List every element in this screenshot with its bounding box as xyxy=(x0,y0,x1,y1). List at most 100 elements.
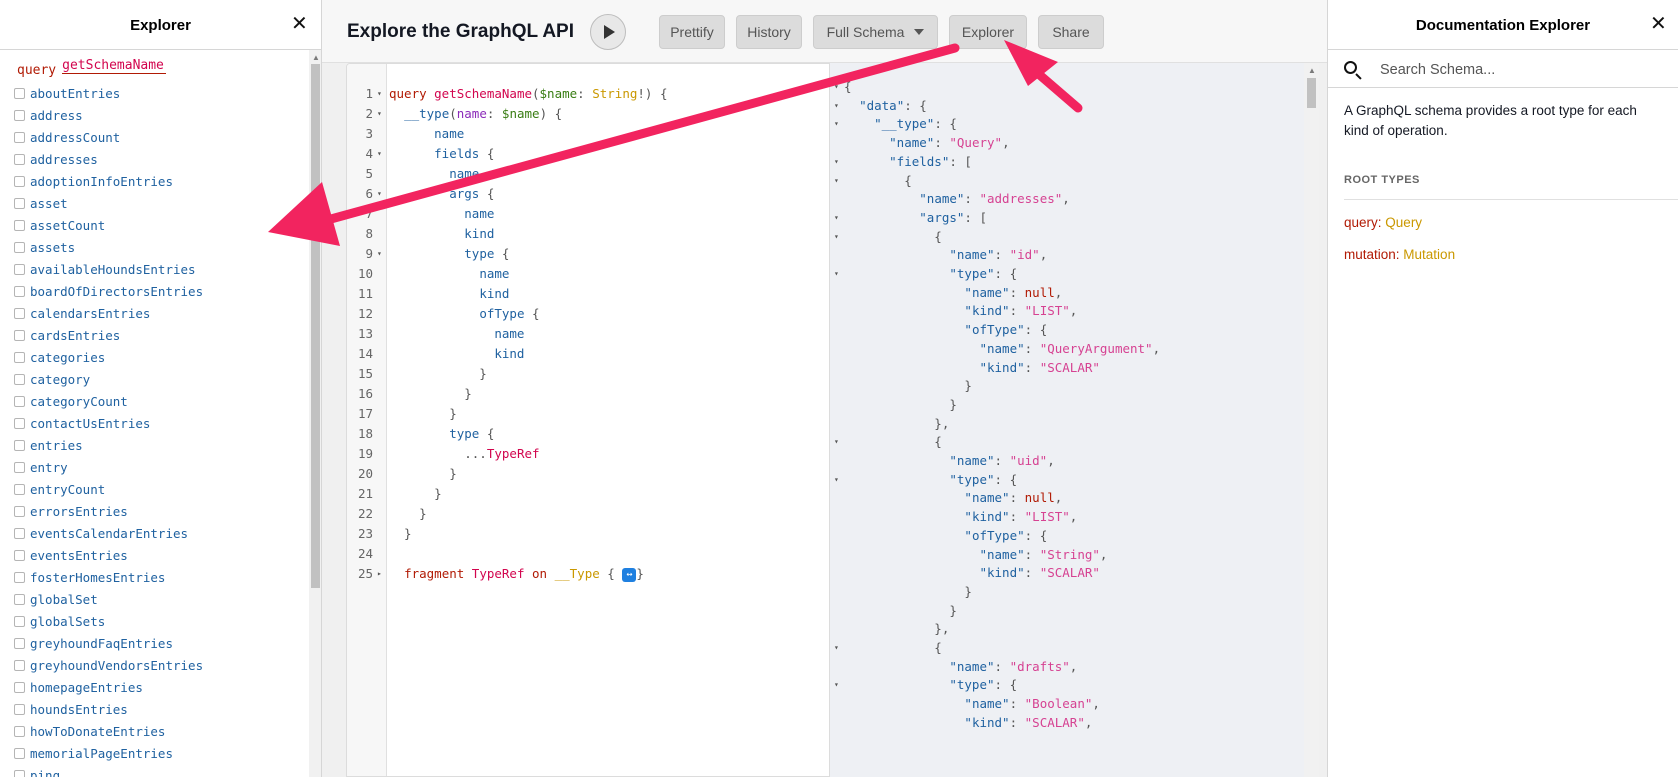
scrollbar-thumb[interactable] xyxy=(311,64,320,588)
explorer-field-item[interactable]: addresses xyxy=(14,148,203,170)
field-checkbox[interactable] xyxy=(14,703,25,715)
field-checkbox[interactable] xyxy=(14,373,25,385)
mutation-type-link[interactable]: Mutation xyxy=(1403,247,1455,262)
query-type-link[interactable]: Query xyxy=(1385,215,1422,230)
field-checkbox[interactable] xyxy=(14,109,25,121)
explorer-field-item[interactable]: calendarsEntries xyxy=(14,302,203,324)
fold-toggle-icon[interactable]: ▾ xyxy=(834,208,839,228)
field-checkbox[interactable] xyxy=(14,241,25,253)
field-checkbox[interactable] xyxy=(14,483,25,495)
field-checkbox[interactable] xyxy=(14,131,25,143)
field-checkbox[interactable] xyxy=(14,87,25,99)
fold-toggle-icon[interactable]: ▾ xyxy=(377,244,382,264)
field-checkbox[interactable] xyxy=(14,615,25,627)
field-checkbox[interactable] xyxy=(14,153,25,165)
explorer-field-item[interactable]: asset xyxy=(14,192,203,214)
explorer-field-item[interactable]: eventsCalendarEntries xyxy=(14,522,203,544)
explorer-field-item[interactable]: memorialPageEntries xyxy=(14,742,203,764)
fold-toggle-icon[interactable]: ▾ xyxy=(834,171,839,191)
explorer-field-item[interactable]: entryCount xyxy=(14,478,203,500)
field-checkbox[interactable] xyxy=(14,197,25,209)
fold-toggle-icon[interactable]: ▾ xyxy=(834,152,839,172)
field-checkbox[interactable] xyxy=(14,637,25,649)
field-checkbox[interactable] xyxy=(14,417,25,429)
share-button[interactable]: Share xyxy=(1038,15,1104,49)
explorer-field-item[interactable]: globalSet xyxy=(14,588,203,610)
field-checkbox[interactable] xyxy=(14,593,25,605)
fold-toggle-icon[interactable]: ▾ xyxy=(834,638,839,658)
scroll-up-icon[interactable]: ▲ xyxy=(1308,66,1316,75)
field-checkbox[interactable] xyxy=(14,263,25,275)
explorer-field-item[interactable]: address xyxy=(14,104,203,126)
query-editor[interactable]: 1 ▾ query getSchemaName($name: String!) {2… xyxy=(346,63,830,777)
fold-toggle-icon[interactable]: ▾ xyxy=(834,675,839,695)
scrollbar-thumb[interactable] xyxy=(1307,78,1316,108)
explorer-field-item[interactable]: aboutEntries xyxy=(14,82,203,104)
fold-toggle-icon[interactable]: ▾ xyxy=(377,84,382,104)
field-checkbox[interactable] xyxy=(14,329,25,341)
run-query-button[interactable] xyxy=(590,14,626,50)
field-checkbox[interactable] xyxy=(14,725,25,737)
field-checkbox[interactable] xyxy=(14,747,25,759)
field-checkbox[interactable] xyxy=(14,175,25,187)
field-checkbox[interactable] xyxy=(14,659,25,671)
fold-toggle-icon[interactable]: ▾ xyxy=(834,77,839,97)
prettify-button[interactable]: Prettify xyxy=(659,15,725,49)
field-checkbox[interactable] xyxy=(14,395,25,407)
operation-name-input[interactable]: getSchemaName xyxy=(62,58,167,74)
explorer-field-item[interactable]: contactUsEntries xyxy=(14,412,203,434)
explorer-field-item[interactable]: greyhoundFaqEntries xyxy=(14,632,203,654)
explorer-field-item[interactable]: addressCount xyxy=(14,126,203,148)
fold-toggle-icon[interactable]: ▾ xyxy=(834,114,839,134)
close-explorer-icon[interactable]: ✕ xyxy=(291,14,308,34)
field-checkbox[interactable] xyxy=(14,219,25,231)
explorer-button[interactable]: Explorer xyxy=(949,15,1027,49)
explorer-field-item[interactable]: ping xyxy=(14,764,203,777)
field-checkbox[interactable] xyxy=(14,439,25,451)
explorer-field-item[interactable]: globalSets xyxy=(14,610,203,632)
field-checkbox[interactable] xyxy=(14,351,25,363)
fragment-collapsed-chip[interactable]: ↔ xyxy=(622,568,637,582)
fold-toggle-icon[interactable]: ▾ xyxy=(834,264,839,284)
fold-toggle-icon[interactable]: ▾ xyxy=(377,144,382,164)
scroll-up-icon[interactable]: ▲ xyxy=(312,53,320,62)
result-viewer[interactable]: ▾{▾ "data": {▾ "__type": { "name": "Quer… xyxy=(830,63,1304,777)
explorer-field-item[interactable]: assetCount xyxy=(14,214,203,236)
explorer-field-item[interactable]: entry xyxy=(14,456,203,478)
full-schema-dropdown[interactable]: Full Schema xyxy=(813,15,938,49)
explorer-field-item[interactable]: howToDonateEntries xyxy=(14,720,203,742)
explorer-field-item[interactable]: assets xyxy=(14,236,203,258)
fold-toggle-icon[interactable]: ▾ xyxy=(834,96,839,116)
explorer-field-item[interactable]: categoryCount xyxy=(14,390,203,412)
explorer-field-item[interactable]: category xyxy=(14,368,203,390)
field-checkbox[interactable] xyxy=(14,549,25,561)
explorer-field-item[interactable]: availableHoundsEntries xyxy=(14,258,203,280)
fold-toggle-icon[interactable]: ▾ xyxy=(834,432,839,452)
explorer-field-item[interactable]: greyhoundVendorsEntries xyxy=(14,654,203,676)
explorer-field-item[interactable]: homepageEntries xyxy=(14,676,203,698)
result-scrollbar[interactable]: ▲ xyxy=(1304,63,1319,777)
field-checkbox[interactable] xyxy=(14,285,25,297)
explorer-field-item[interactable]: entries xyxy=(14,434,203,456)
fold-toggle-icon[interactable]: ▾ xyxy=(834,227,839,247)
fold-toggle-icon[interactable]: ▸ xyxy=(377,564,382,584)
explorer-field-item[interactable]: errorsEntries xyxy=(14,500,203,522)
history-button[interactable]: History xyxy=(736,15,802,49)
explorer-field-item[interactable]: categories xyxy=(14,346,203,368)
explorer-field-item[interactable]: cardsEntries xyxy=(14,324,203,346)
field-checkbox[interactable] xyxy=(14,769,25,777)
explorer-field-item[interactable]: adoptionInfoEntries xyxy=(14,170,203,192)
explorer-field-item[interactable]: fosterHomesEntries xyxy=(14,566,203,588)
explorer-scrollbar[interactable]: ▲ xyxy=(309,50,321,777)
field-checkbox[interactable] xyxy=(14,505,25,517)
field-checkbox[interactable] xyxy=(14,527,25,539)
fold-toggle-icon[interactable]: ▾ xyxy=(834,470,839,490)
explorer-field-item[interactable]: houndsEntries xyxy=(14,698,203,720)
field-checkbox[interactable] xyxy=(14,461,25,473)
fold-toggle-icon[interactable]: ▾ xyxy=(377,184,382,204)
close-docs-icon[interactable]: ✕ xyxy=(1650,14,1667,34)
field-checkbox[interactable] xyxy=(14,571,25,583)
explorer-field-item[interactable]: eventsEntries xyxy=(14,544,203,566)
explorer-field-item[interactable]: boardOfDirectorsEntries xyxy=(14,280,203,302)
field-checkbox[interactable] xyxy=(14,307,25,319)
